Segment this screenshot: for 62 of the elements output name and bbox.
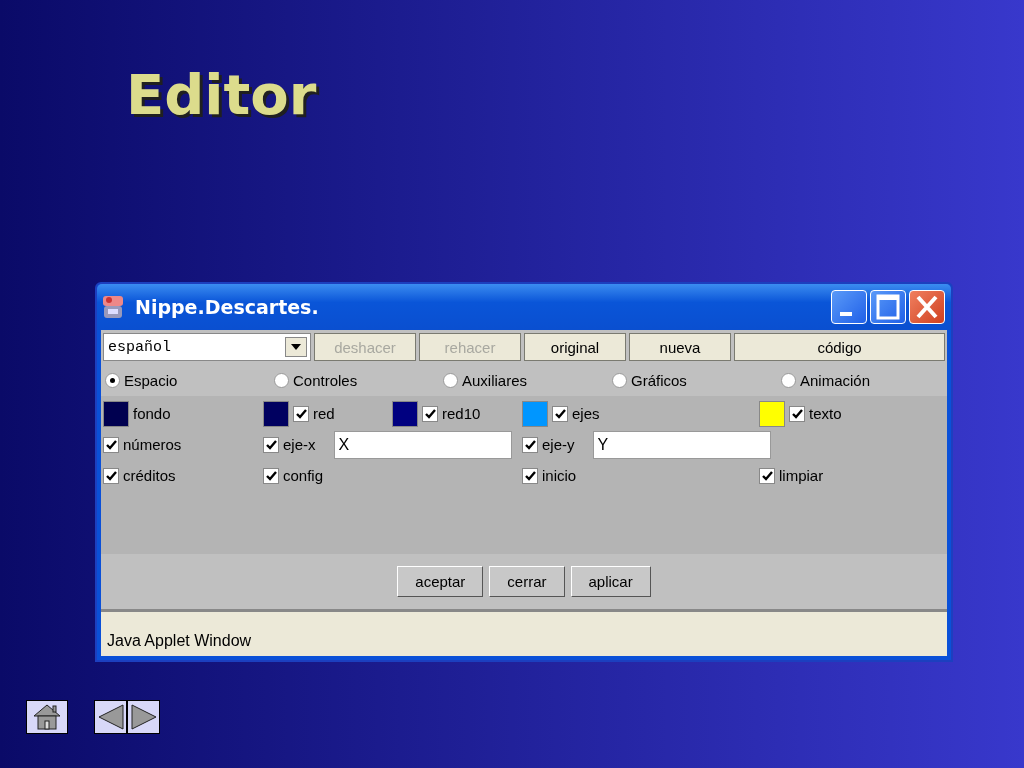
toolbar-button[interactable]: nueva	[629, 333, 731, 361]
action-button[interactable]: aplicar	[570, 566, 651, 597]
radio-label: Animación	[800, 371, 871, 389]
home-button[interactable]	[26, 700, 68, 734]
left-arrow-icon	[96, 704, 125, 730]
checkbox[interactable]	[293, 405, 309, 422]
toolbar-button[interactable]: original	[524, 333, 626, 361]
dropdown-arrow-icon	[291, 344, 301, 350]
option-label: ejes	[572, 405, 600, 422]
checkbox[interactable]	[422, 405, 438, 422]
option-label: red	[313, 405, 335, 422]
option-label: config	[283, 467, 324, 484]
language-dropdown[interactable]: español	[103, 333, 311, 361]
right-arrow-icon	[129, 704, 158, 730]
radio-button[interactable]	[781, 372, 796, 388]
status-text: Java Applet Window	[107, 632, 252, 650]
window-title: Nippe.Descartes.	[135, 296, 320, 318]
option-label: fondo	[133, 405, 171, 422]
checkbox[interactable]	[552, 405, 568, 422]
option-label: créditos	[123, 467, 176, 484]
checkbox[interactable]	[522, 467, 538, 484]
house-icon	[32, 703, 62, 731]
app-icon	[101, 294, 125, 320]
toolbar-button[interactable]: código	[734, 333, 945, 361]
checkbox[interactable]	[759, 467, 775, 484]
option-label: eje-y	[542, 436, 575, 453]
radio-button[interactable]	[612, 372, 627, 388]
radio-label: Gráficos	[631, 371, 687, 389]
radio-button[interactable]	[274, 372, 289, 388]
option-label: texto	[809, 405, 842, 422]
checkbox[interactable]	[263, 436, 279, 453]
next-button[interactable]	[127, 700, 160, 734]
option-label: inicio	[542, 467, 577, 484]
action-button[interactable]: aceptar	[397, 566, 484, 597]
color-swatch[interactable]	[263, 400, 289, 427]
option-label: limpiar	[779, 467, 824, 484]
option-label: números	[123, 436, 182, 453]
radio-label: Espacio	[124, 371, 178, 389]
slide-title: Editor	[126, 62, 318, 129]
radio-button[interactable]	[443, 372, 458, 388]
checkbox[interactable]	[522, 436, 538, 453]
close-button[interactable]	[909, 290, 945, 324]
color-swatch[interactable]	[103, 400, 129, 427]
radio-label: Controles	[293, 371, 358, 389]
text-field[interactable]: X	[333, 430, 512, 459]
color-swatch[interactable]	[392, 400, 418, 427]
maximize-button[interactable]	[870, 290, 906, 324]
minimize-button[interactable]	[831, 290, 867, 324]
checkbox[interactable]	[789, 405, 805, 422]
option-label: eje-x	[283, 436, 316, 453]
checkbox[interactable]	[103, 467, 119, 484]
color-swatch[interactable]	[522, 400, 548, 427]
action-button[interactable]: cerrar	[489, 566, 565, 597]
previous-button[interactable]	[94, 700, 127, 734]
minimize-icon	[840, 312, 852, 316]
radio-label: Auxiliares	[462, 371, 528, 389]
radio-button[interactable]	[105, 372, 120, 388]
text-field[interactable]: Y	[592, 430, 771, 459]
checkbox[interactable]	[263, 467, 279, 484]
color-swatch[interactable]	[759, 400, 785, 427]
option-label: red10	[442, 405, 481, 422]
checkbox[interactable]	[103, 436, 119, 453]
